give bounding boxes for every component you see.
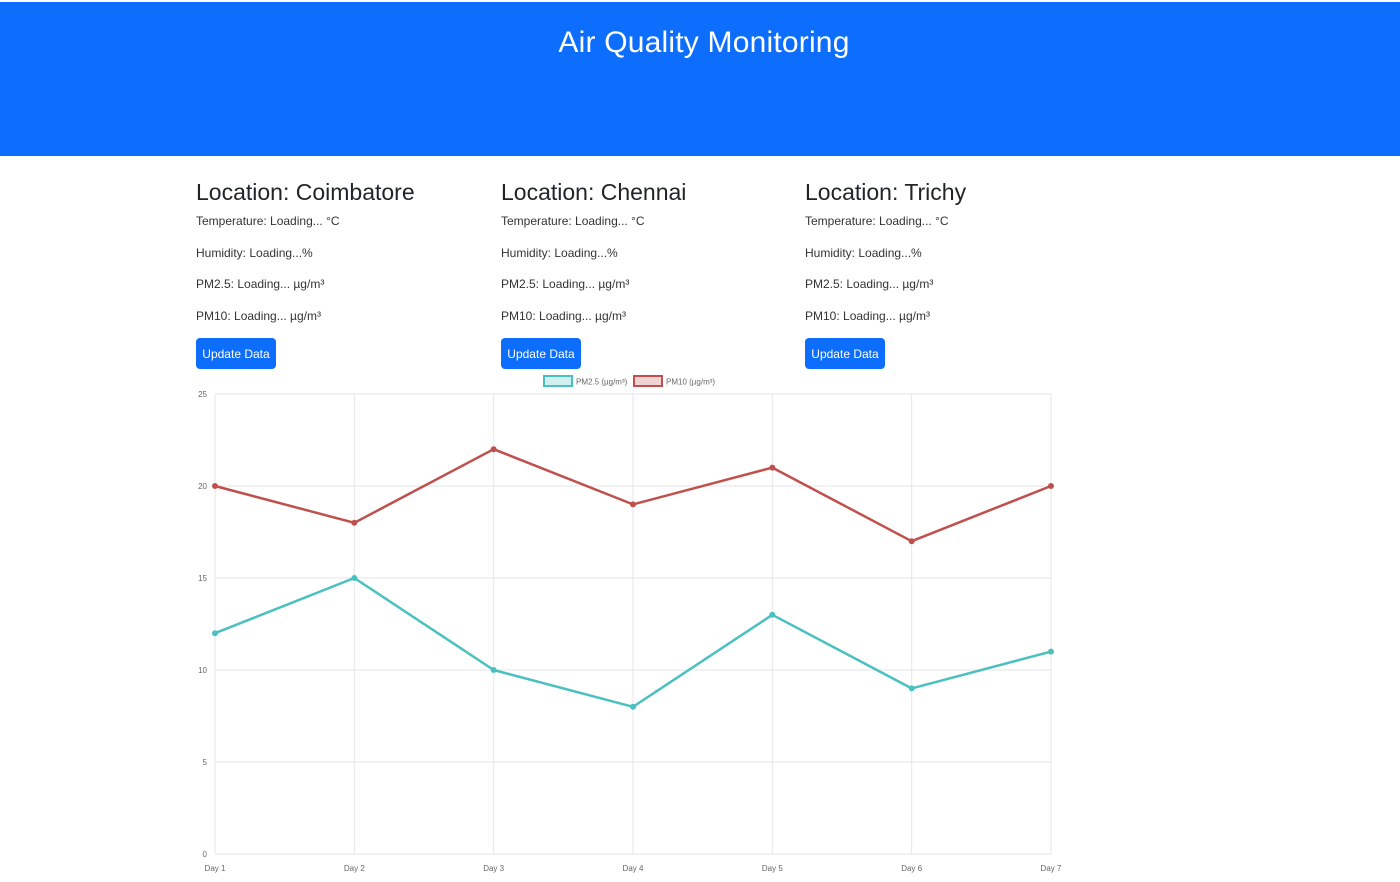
location-card-coimbatore: Location: Coimbatore Temperature: Loadin… xyxy=(196,176,486,369)
pm10-text: PM10: Loading... µg/m³ xyxy=(196,309,321,323)
humidity-text: Humidity: Loading...% xyxy=(805,246,922,260)
legend-label: PM10 (µg/m³) xyxy=(666,378,715,387)
x-tick-label: Day 3 xyxy=(483,864,504,873)
legend-swatch xyxy=(543,375,573,387)
location-title: Location: Trichy xyxy=(805,179,967,205)
locations-panel: Location: Coimbatore Temperature: Loadin… xyxy=(196,176,1096,376)
pm10-text: PM10: Loading... µg/m³ xyxy=(805,309,930,323)
data-point xyxy=(630,501,636,508)
x-tick-label: Day 1 xyxy=(205,864,226,873)
data-point xyxy=(1048,483,1054,489)
legend-label: PM2.5 (µg/m³) xyxy=(576,378,628,387)
x-tick-label: Day 6 xyxy=(901,864,922,873)
data-point xyxy=(212,483,218,489)
data-point xyxy=(769,611,776,618)
update-data-button[interactable]: Update Data xyxy=(196,338,276,369)
update-data-button[interactable]: Update Data xyxy=(501,338,581,369)
x-tick-label: Day 2 xyxy=(344,864,365,873)
line-chart-svg: 0 5 10 15 20 25 Day 1 Day 2 Day 3 Day 4 Day 5 Day 6… xyxy=(198,375,1062,873)
data-point xyxy=(351,519,358,526)
data-point xyxy=(490,667,497,673)
update-data-button[interactable]: Update Data xyxy=(805,338,885,369)
legend-swatch xyxy=(633,375,663,387)
y-tick-label: 25 xyxy=(198,390,207,399)
pm25-text: PM2.5: Loading... µg/m³ xyxy=(196,277,325,291)
pm10-text: PM10: Loading... µg/m³ xyxy=(501,309,626,323)
data-point xyxy=(212,630,218,637)
data-point xyxy=(908,685,915,692)
temperature-text: Temperature: Loading... °C xyxy=(501,214,645,228)
temperature-text: Temperature: Loading... °C xyxy=(196,214,340,228)
data-point xyxy=(351,575,358,581)
air-quality-chart: 0 5 10 15 20 25 Day 1 Day 2 Day 3 Day 4 Day 5 Day 6… xyxy=(190,372,1070,877)
y-tick-label: 15 xyxy=(198,574,207,583)
data-point xyxy=(1048,648,1054,655)
page-title: Air Quality Monitoring xyxy=(558,26,850,59)
data-point xyxy=(630,703,636,710)
y-tick-label: 20 xyxy=(198,482,207,491)
humidity-text: Humidity: Loading...% xyxy=(501,246,618,260)
location-card-trichy: Location: Trichy Temperature: Loading...… xyxy=(805,176,1095,369)
data-point xyxy=(490,446,497,453)
y-tick-label: 0 xyxy=(203,850,208,859)
y-tick-label: 5 xyxy=(203,758,208,767)
x-tick-label: Day 5 xyxy=(762,864,783,873)
pm25-text: PM2.5: Loading... µg/m³ xyxy=(501,277,630,291)
x-tick-label: Day 7 xyxy=(1041,864,1062,873)
data-point xyxy=(908,538,915,545)
data-point xyxy=(769,464,776,471)
y-tick-label: 10 xyxy=(198,666,207,675)
location-title: Location: Coimbatore xyxy=(196,179,415,205)
page-header: Air Quality Monitoring xyxy=(0,2,1400,156)
humidity-text: Humidity: Loading...% xyxy=(196,246,313,260)
location-title: Location: Chennai xyxy=(501,179,687,205)
pm25-text: PM2.5: Loading... µg/m³ xyxy=(805,277,934,291)
location-card-chennai: Location: Chennai Temperature: Loading..… xyxy=(501,176,791,369)
temperature-text: Temperature: Loading... °C xyxy=(805,214,949,228)
x-tick-label: Day 4 xyxy=(623,864,644,873)
